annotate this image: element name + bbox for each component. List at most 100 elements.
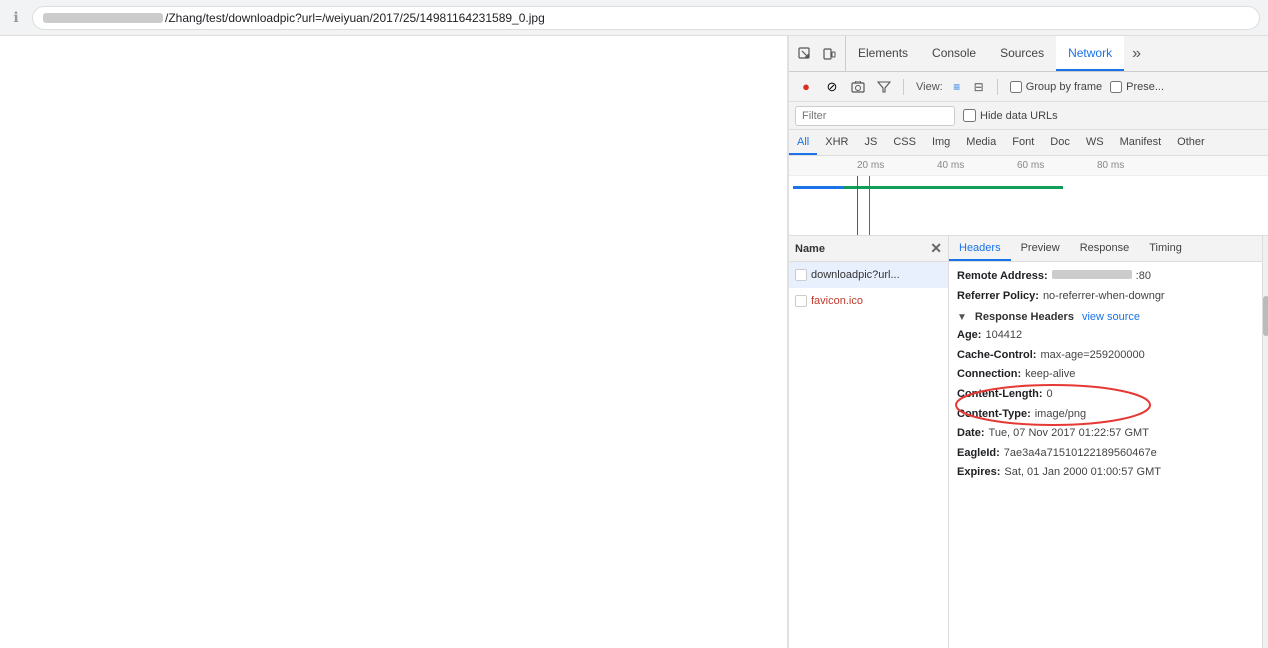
cache-control-key: Cache-Control:	[957, 347, 1036, 365]
header-expires: Expires: Sat, 01 Jan 2000 01:00:57 GMT	[957, 464, 1254, 482]
ruler-mark-80ms: 80 ms	[1097, 160, 1124, 171]
filter-input[interactable]	[795, 106, 955, 126]
timeline-bar-dns	[793, 186, 843, 189]
resource-tab-js[interactable]: JS	[856, 130, 885, 155]
date-value: Tue, 07 Nov 2017 01:22:57 GMT	[989, 425, 1149, 443]
referrer-policy-row: Referrer Policy: no-referrer-when-downgr	[957, 288, 1254, 306]
group-by-frame-input[interactable]	[1010, 81, 1022, 93]
eagleid-key: EagleId:	[957, 445, 1000, 463]
remote-address-key: Remote Address:	[957, 268, 1048, 286]
request-icon-downloadpic	[795, 269, 807, 281]
timeline-load-marker	[869, 176, 870, 236]
tab-response[interactable]: Response	[1070, 236, 1140, 261]
timeline-dcl-marker	[857, 176, 858, 236]
warning-icon: ℹ	[8, 10, 24, 26]
close-panel-button[interactable]: ✕	[930, 240, 942, 257]
view-icons: ≡ ⊟	[947, 77, 989, 97]
headers-tabs: Headers Preview Response Timing	[949, 236, 1262, 262]
remote-address-row: Remote Address: :80	[957, 268, 1254, 286]
devtools-tabs: Elements Console Sources Network »	[789, 36, 1268, 72]
referrer-policy-key: Referrer Policy:	[957, 288, 1039, 306]
content-length-value: 0	[1047, 386, 1053, 404]
tab-headers[interactable]: Headers	[949, 236, 1011, 261]
resource-type-tabs: All XHR JS CSS Img Media Font Doc WS Man…	[789, 130, 1268, 156]
tab-console[interactable]: Console	[920, 36, 988, 71]
expires-value: Sat, 01 Jan 2000 01:00:57 GMT	[1004, 464, 1161, 482]
headers-panel: Headers Preview Response Timing Remote A…	[949, 236, 1262, 648]
hide-data-urls-input[interactable]	[963, 109, 976, 122]
age-value: 104412	[985, 327, 1022, 345]
header-age: Age: 104412	[957, 327, 1254, 345]
eagleid-value: 7ae3a4a71510122189560467e	[1004, 445, 1157, 463]
resource-tab-doc[interactable]: Doc	[1042, 130, 1078, 155]
group-by-frame-label: Group by frame	[1026, 81, 1102, 93]
clear-button[interactable]: ⊘	[821, 76, 843, 98]
view-source-link[interactable]: view source	[1082, 311, 1140, 323]
resource-tab-img[interactable]: Img	[924, 130, 958, 155]
toolbar-separator-1	[903, 79, 904, 95]
request-name-favicon: favicon.ico	[811, 295, 863, 307]
hide-data-urls-label: Hide data URLs	[980, 110, 1058, 122]
preserve-label: Prese...	[1126, 81, 1164, 93]
connection-key: Connection:	[957, 366, 1021, 384]
browser-viewport	[0, 36, 788, 648]
date-key: Date:	[957, 425, 985, 443]
annotated-rows: Content-Length: 0 Content-Type: image/pn…	[957, 386, 1254, 423]
preserve-input[interactable]	[1110, 81, 1122, 93]
network-bottom: Name ✕ downloadpic?url... favicon.ico He…	[789, 236, 1268, 648]
preserve-checkbox: Prese...	[1110, 81, 1164, 93]
resource-tab-all[interactable]: All	[789, 130, 817, 155]
resource-tab-font[interactable]: Font	[1004, 130, 1042, 155]
group-by-frame-checkbox: Group by frame	[1010, 81, 1102, 93]
main-content: Elements Console Sources Network » ● ⊘	[0, 36, 1268, 648]
content-length-key: Content-Length:	[957, 386, 1043, 404]
tab-preview[interactable]: Preview	[1011, 236, 1070, 261]
timeline-bars	[789, 176, 1268, 236]
request-item-favicon[interactable]: favicon.ico	[789, 288, 948, 314]
requests-name-column-label: Name	[795, 243, 825, 255]
response-headers-section: ▼ Response Headers view source	[957, 311, 1254, 323]
expires-key: Expires:	[957, 464, 1000, 482]
content-type-key: Content-Type:	[957, 406, 1031, 424]
header-cache-control: Cache-Control: max-age=259200000	[957, 347, 1254, 365]
filter-icon[interactable]	[873, 76, 895, 98]
view-label: View:	[916, 81, 943, 93]
tab-timing[interactable]: Timing	[1139, 236, 1192, 261]
resource-tab-other[interactable]: Other	[1169, 130, 1213, 155]
resource-tab-xhr[interactable]: XHR	[817, 130, 856, 155]
filter-bar: Hide data URLs	[789, 102, 1268, 130]
vertical-scrollbar[interactable]	[1262, 236, 1268, 648]
section-triangle-icon: ▼	[957, 312, 967, 323]
tab-sources[interactable]: Sources	[988, 36, 1056, 71]
remote-address-blurred	[1052, 270, 1132, 279]
resource-tab-media[interactable]: Media	[958, 130, 1004, 155]
response-headers-label: Response Headers	[975, 311, 1074, 323]
grid-view-icon[interactable]: ⊟	[969, 77, 989, 97]
content-type-value: image/png	[1035, 406, 1086, 424]
url-bar[interactable]: /Zhang/test/downloadpic?url=/weiyuan/201…	[32, 6, 1260, 30]
header-content-length: Content-Length: 0	[957, 386, 1254, 404]
request-icon-favicon	[795, 295, 807, 307]
url-text: /Zhang/test/downloadpic?url=/weiyuan/201…	[165, 11, 545, 25]
request-item-downloadpic[interactable]: downloadpic?url...	[789, 262, 948, 288]
record-button[interactable]: ●	[795, 76, 817, 98]
remote-address-value: :80	[1136, 268, 1151, 286]
device-toolbar-icon[interactable]	[819, 44, 839, 64]
scrollbar-thumb	[1263, 296, 1268, 336]
connection-value: keep-alive	[1025, 366, 1075, 384]
timeline-ruler: 20 ms 40 ms 60 ms 80 ms	[789, 156, 1268, 176]
devtools-panel: Elements Console Sources Network » ● ⊘	[788, 36, 1268, 648]
inspect-element-icon[interactable]	[795, 44, 815, 64]
tab-elements[interactable]: Elements	[846, 36, 920, 71]
headers-content: Remote Address: :80 Referrer Policy: no-…	[949, 262, 1262, 648]
timeline-bar-transfer	[843, 186, 1063, 189]
resource-tab-ws[interactable]: WS	[1078, 130, 1112, 155]
resource-tab-css[interactable]: CSS	[885, 130, 924, 155]
list-view-icon[interactable]: ≡	[947, 77, 967, 97]
hide-data-urls-group: Hide data URLs	[963, 109, 1058, 122]
more-tabs-button[interactable]: »	[1124, 36, 1149, 71]
resource-tab-manifest[interactable]: Manifest	[1112, 130, 1170, 155]
devtools-toolbar: ● ⊘ View: ≡ ⊟	[789, 72, 1268, 102]
screenshot-button[interactable]	[847, 76, 869, 98]
tab-network[interactable]: Network	[1056, 36, 1124, 71]
